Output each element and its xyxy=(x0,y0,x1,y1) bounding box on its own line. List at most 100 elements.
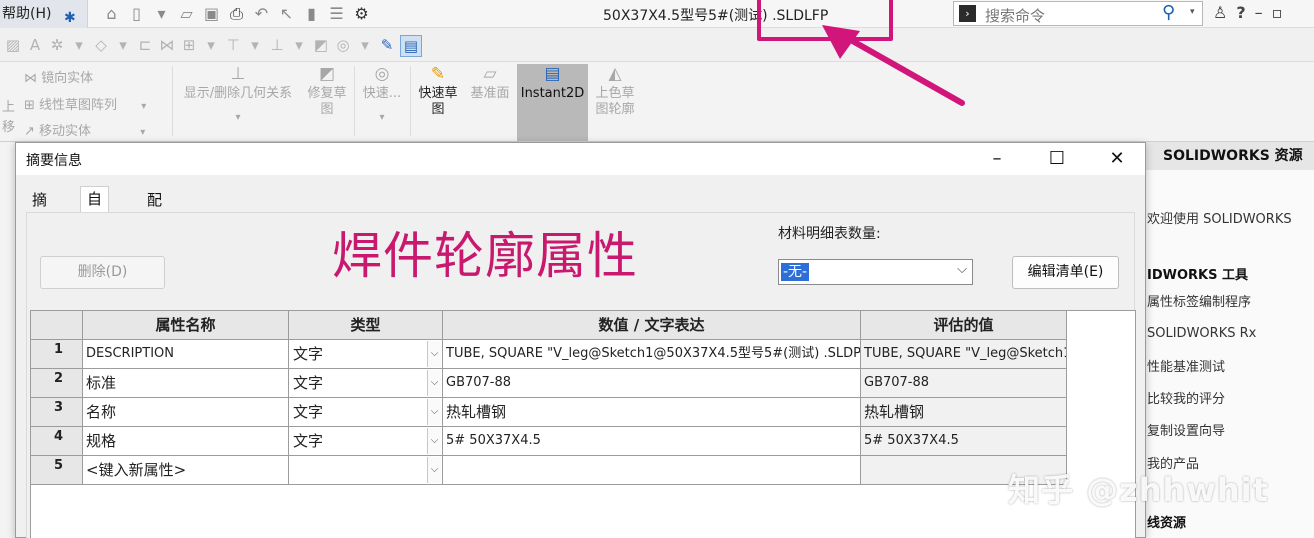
mirror-entities-button[interactable]: ⋈ 镜向实体 xyxy=(24,67,93,86)
menu-help[interactable]: 帮助(H) ✱ xyxy=(0,0,88,28)
dropdown-icon[interactable]: ▾ xyxy=(290,35,308,57)
delete-button[interactable]: 删除(D) xyxy=(40,256,165,289)
task-pane-item[interactable]: 复制设置向导 xyxy=(1147,420,1225,439)
search-placeholder[interactable]: 搜索命令 xyxy=(985,5,1045,26)
shaded-sketch-contours-button[interactable]: ◭ 上色草 图轮廓 xyxy=(590,66,640,118)
new-property-cell[interactable]: <键入新属性> xyxy=(83,456,289,485)
select-pointer-icon[interactable]: ↖ xyxy=(277,4,296,24)
undo-icon[interactable]: ↶ xyxy=(252,4,271,24)
task-pane-welcome[interactable]: 欢迎使用 SOLIDWORKS xyxy=(1147,208,1292,227)
column-header-value-expression[interactable]: 数值 / 文字表达 xyxy=(443,311,861,340)
open-folder-icon[interactable]: ▱ xyxy=(177,4,196,24)
print-icon[interactable]: ⎙ xyxy=(227,4,246,24)
mirror-icon[interactable]: ⋈ xyxy=(158,35,176,57)
row-number[interactable]: 2 xyxy=(31,369,83,398)
restore-icon[interactable]: ▫ xyxy=(1272,3,1283,22)
task-pane-item[interactable]: 属性标签编制程序 xyxy=(1147,291,1251,310)
repair-sketch-button[interactable]: ◩ 修复草 图 xyxy=(303,66,351,118)
type-cell[interactable]: 文字 xyxy=(289,340,443,369)
type-cell[interactable]: 文字 xyxy=(289,427,443,456)
cube-icon[interactable]: ◇ xyxy=(92,35,110,57)
new-document-icon[interactable]: ▯ xyxy=(127,4,146,24)
dropdown-icon[interactable]: ▾ xyxy=(356,35,374,57)
row-number[interactable]: 4 xyxy=(31,427,83,456)
dropdown-icon[interactable]: ▾ xyxy=(114,35,132,57)
task-pane-item[interactable]: SOLIDWORKS Rx xyxy=(1147,326,1256,341)
quick-sketch-icon[interactable]: ✎ xyxy=(378,35,396,57)
relation-icon[interactable]: ⊥ xyxy=(268,35,286,57)
property-name-cell[interactable]: DESCRIPTION xyxy=(83,340,289,369)
linear-pattern-button[interactable]: ⊞ 线性草图阵列 ▾ xyxy=(24,94,146,113)
column-header-evaluated-value[interactable]: 评估的值 xyxy=(861,311,1067,340)
row-number[interactable]: 5 xyxy=(31,456,83,485)
chevron-down-icon[interactable]: ⌵ xyxy=(427,370,441,396)
help-icon[interactable]: ? xyxy=(1236,3,1245,22)
type-cell[interactable]: 文字 xyxy=(289,398,443,427)
dimension-icon[interactable]: ⊤ xyxy=(224,35,242,57)
property-name-cell[interactable]: 规格 xyxy=(83,427,289,456)
type-cell[interactable]: 文字 xyxy=(289,369,443,398)
column-header-type[interactable]: 类型 xyxy=(289,311,443,340)
chevron-down-icon[interactable]: ▾ xyxy=(358,110,406,126)
property-name-cell[interactable]: 名称 xyxy=(83,398,289,427)
pattern-icon[interactable]: ⊞ xyxy=(180,35,198,57)
close-button[interactable]: ✕ xyxy=(1097,145,1137,173)
chevron-down-icon[interactable]: ⌵ xyxy=(427,457,441,483)
bom-quantity-select[interactable]: -无- ⌵ xyxy=(778,259,973,285)
search-icon[interactable]: ⚲ xyxy=(1162,2,1175,23)
type-cell[interactable] xyxy=(289,456,443,485)
minimize-icon[interactable]: – xyxy=(1255,3,1263,22)
chevron-down-icon[interactable]: ⌵ xyxy=(427,428,441,454)
value-expression-cell[interactable]: GB707-88 xyxy=(443,369,861,398)
edit-list-button[interactable]: 编辑清单(E) xyxy=(1012,256,1119,289)
quick-snaps-button[interactable]: ◎ 快速... ▾ xyxy=(358,66,406,126)
menu-help-label[interactable]: 帮助(H) xyxy=(2,6,51,22)
minimize-button[interactable]: – xyxy=(977,145,1017,173)
chevron-down-icon[interactable]: ▾ xyxy=(141,101,146,112)
repair-sketch-icon[interactable]: ◩ xyxy=(312,35,330,57)
tab-configuration-specific[interactable]: 配置特定 xyxy=(141,188,168,281)
trim-icon[interactable]: ⊏ xyxy=(136,35,154,57)
instant2d-icon[interactable]: ▤ xyxy=(400,35,422,57)
column-header-property-name[interactable]: 属性名称 xyxy=(83,311,289,340)
dropdown-icon[interactable]: ▾ xyxy=(246,35,264,57)
dropdown-icon[interactable]: ▾ xyxy=(202,35,220,57)
maximize-button[interactable]: ☐ xyxy=(1037,145,1077,173)
dropdown-icon[interactable]: ▾ xyxy=(152,4,171,24)
file-properties-icon[interactable]: ☰ xyxy=(327,4,346,24)
sketch-tool-icon[interactable]: ▨ xyxy=(4,35,22,57)
value-expression-cell[interactable]: TUBE, SQUARE "V_leg@Sketch1@50X37X4.5型号5… xyxy=(443,340,861,369)
row-number[interactable]: 1 xyxy=(31,340,83,369)
user-icon[interactable]: ♙ xyxy=(1213,3,1227,22)
row-number[interactable]: 3 xyxy=(31,398,83,427)
weld-icon[interactable]: ✲ xyxy=(48,35,66,57)
chevron-down-icon[interactable]: ⌵ xyxy=(427,341,441,367)
task-pane-item[interactable]: 比较我的评分 xyxy=(1147,388,1225,407)
chevron-down-icon[interactable]: ⌵ xyxy=(957,262,967,277)
value-expression-cell[interactable] xyxy=(443,456,861,485)
value-expression-cell[interactable]: 5# 50X37X4.5 xyxy=(443,427,861,456)
options-gear-icon[interactable]: ⚙ xyxy=(352,4,371,24)
chevron-down-icon[interactable]: ▾ xyxy=(176,110,300,126)
chevron-down-icon[interactable]: ▾ xyxy=(1190,7,1195,17)
reference-plane-button[interactable]: ▱ 基准面 xyxy=(466,66,514,102)
show-delete-relations-button[interactable]: ⊥ 显示/删除几何关系 ▾ xyxy=(176,66,300,126)
dialog-titlebar[interactable]: 摘要信息 – ☐ ✕ xyxy=(16,143,1145,175)
task-pane-item[interactable]: 性能基准测试 xyxy=(1147,356,1225,375)
rebuild-icon[interactable]: ▮ xyxy=(302,4,321,24)
move-entities-button[interactable]: ↗ 移动实体 ▾ xyxy=(24,120,145,139)
quick-sketch-button[interactable]: ✎ 快速草 图 xyxy=(414,66,462,118)
search-commands-box[interactable]: › 搜索命令 ⚲ ▾ xyxy=(953,1,1203,26)
text-tool-icon[interactable]: A xyxy=(26,35,44,57)
dropdown-icon[interactable]: ▾ xyxy=(70,35,88,57)
save-icon[interactable]: ▣ xyxy=(202,4,221,24)
property-name-cell[interactable]: 标准 xyxy=(83,369,289,398)
value-expression-cell[interactable]: 热轧槽钢 xyxy=(443,398,861,427)
chevron-down-icon[interactable]: ⌵ xyxy=(427,399,441,425)
tab-summary[interactable]: 摘要 xyxy=(26,188,53,233)
instant2d-button[interactable]: ▤ Instant2D xyxy=(517,66,588,102)
home-icon[interactable]: ⌂ xyxy=(102,4,121,24)
tab-custom[interactable]: 自定义 xyxy=(80,186,110,256)
chevron-down-icon[interactable]: ▾ xyxy=(140,127,145,138)
quick-snap-icon[interactable]: ◎ xyxy=(334,35,352,57)
